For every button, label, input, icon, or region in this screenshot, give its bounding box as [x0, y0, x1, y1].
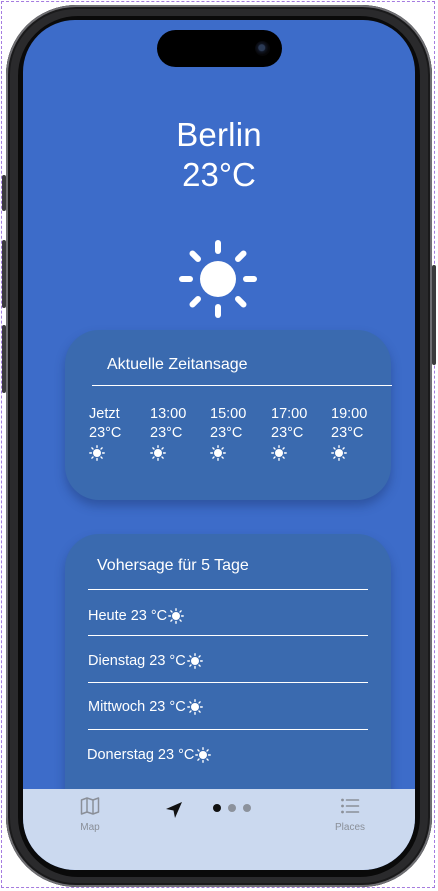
daily-item: Dienstag 23 °C	[88, 653, 203, 669]
hour-temp: 23°C	[210, 425, 243, 441]
hour-time: 17:00	[271, 406, 308, 422]
hour-temp: 23°C	[271, 425, 304, 441]
power-button	[432, 265, 436, 365]
sun-icon	[179, 240, 257, 318]
day-label: Heute 23 °C	[88, 608, 168, 624]
page-dot-active[interactable]	[213, 804, 221, 812]
sun-icon	[210, 445, 226, 461]
tab-map-label: Map	[80, 822, 100, 833]
hourly-forecast-card: Aktuelle Zeitansage Jetzt 23°C 13:00 23°…	[65, 330, 392, 500]
hour-time: Jetzt	[89, 406, 120, 422]
daily-item: Mittwoch 23 °C	[88, 699, 203, 715]
hour-time: 15:00	[210, 406, 247, 422]
hour-temp: 23°C	[150, 425, 183, 441]
hour-time: 19:00	[331, 406, 368, 422]
weather-screen: Berlin 23°C Aktuelle Zeitansage Jetzt 23…	[23, 20, 415, 870]
sun-icon	[186, 699, 203, 715]
volume-down-button	[2, 325, 6, 393]
hour-temp: 23°C	[331, 425, 364, 441]
daily-divider	[88, 635, 368, 636]
hourly-item: 13:00 23°C	[150, 405, 186, 461]
hourly-item: 19:00 23°C	[331, 405, 367, 461]
sun-icon	[331, 445, 347, 461]
hourly-divider	[92, 385, 392, 386]
dynamic-island	[157, 30, 282, 67]
list-icon	[341, 798, 360, 814]
daily-title: Vohersage für 5 Tage	[97, 557, 249, 574]
sun-icon	[150, 445, 166, 461]
daily-divider	[88, 589, 368, 590]
hourly-item: 17:00 23°C	[271, 405, 307, 461]
current-temperature: 23°C	[182, 156, 256, 193]
sun-icon	[271, 445, 287, 461]
action-button	[2, 175, 6, 211]
hour-time: 13:00	[150, 406, 187, 422]
page-dot[interactable]	[243, 804, 251, 812]
day-label: Dienstag 23 °C	[88, 653, 186, 669]
location-arrow-icon[interactable]	[164, 800, 184, 820]
daily-divider	[88, 729, 368, 730]
tab-places[interactable]: Places	[330, 797, 370, 833]
hourly-title: Aktuelle Zeitansage	[107, 356, 248, 373]
page-indicator[interactable]	[213, 804, 251, 812]
sun-icon	[89, 445, 105, 461]
sun-icon	[168, 608, 185, 624]
tab-map[interactable]: Map	[72, 797, 108, 833]
day-label: Mittwoch 23 °C	[88, 699, 186, 715]
hourly-item: Jetzt 23°C	[89, 405, 121, 461]
daily-forecast-card: Vohersage für 5 Tage Heute 23 °C Diensta…	[65, 534, 391, 824]
day-label: Donerstag 23 °C	[87, 747, 195, 763]
daily-item: Donerstag 23 °C	[87, 747, 212, 763]
city-name: Berlin	[176, 116, 262, 153]
daily-item: Heute 23 °C	[88, 608, 185, 624]
map-icon	[80, 797, 100, 815]
tab-places-label: Places	[334, 822, 365, 833]
hourly-item: 15:00 23°C	[210, 405, 246, 461]
page-dot[interactable]	[228, 804, 236, 812]
tab-bar: Map Places	[23, 789, 415, 870]
camera-icon	[255, 41, 270, 56]
hour-temp: 23°C	[89, 425, 122, 441]
volume-up-button	[2, 240, 6, 308]
daily-divider	[88, 682, 368, 683]
sun-icon	[186, 653, 203, 669]
sun-icon	[195, 747, 212, 763]
